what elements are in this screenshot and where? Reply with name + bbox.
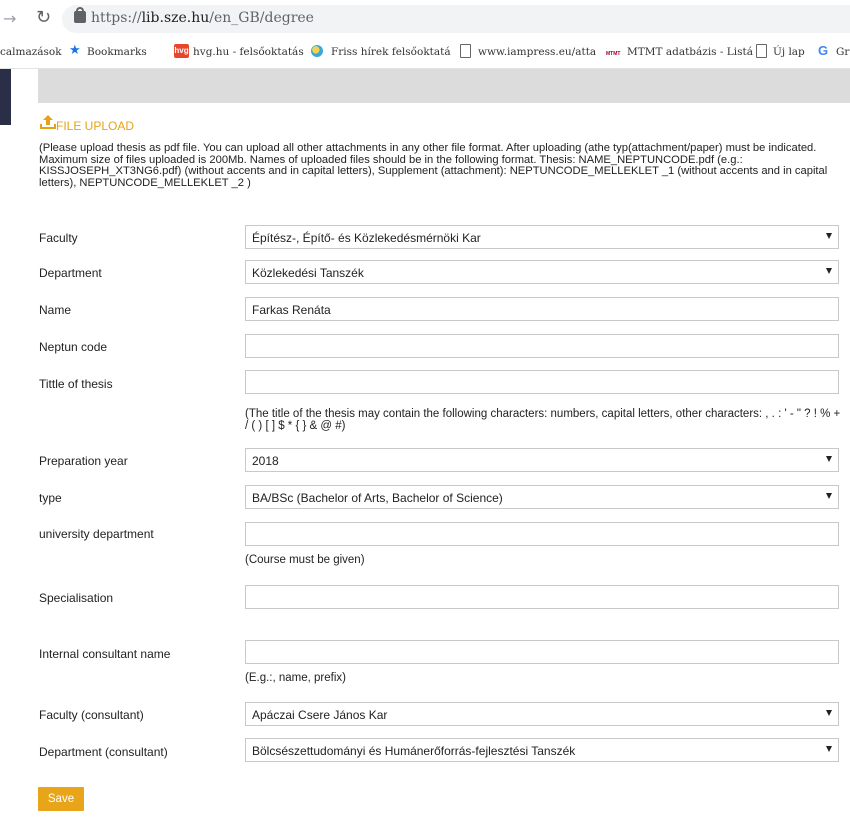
chevron-down-icon [826, 710, 832, 716]
reload-icon[interactable]: ↻ [36, 7, 51, 28]
department-consultant-select[interactable]: Bölcsészettudományi és Humánerőforrás-fe… [245, 738, 839, 762]
google-icon: G [818, 43, 829, 58]
mtmt-icon: MTMT [606, 51, 621, 57]
upload-instructions: (Please upload thesis as pdf file. You c… [39, 142, 828, 189]
chevron-down-icon [826, 233, 832, 239]
page-icon [460, 44, 471, 58]
page-icon [756, 44, 767, 58]
name-input[interactable]: Farkas Renáta [245, 297, 839, 321]
university-department-input[interactable] [245, 522, 839, 546]
bookmark-iampress[interactable]: www.iampress.eu/atta [478, 46, 596, 58]
faculty-select[interactable]: Építész-, Építő- és Közlekedésmérnöki Ka… [245, 225, 839, 249]
department-consultant-value: Bölcsészettudományi és Humánerőforrás-fe… [252, 744, 576, 758]
url-text: https://lib.sze.hu/en_GB/degree [91, 10, 314, 26]
friss-icon [311, 45, 323, 57]
faculty-consultant-value: Apáczai Csere János Kar [252, 708, 388, 722]
top-banner [38, 69, 850, 103]
name-label: Name [39, 303, 72, 317]
department-value: Közlekedési Tanszék [252, 266, 364, 280]
internal-consultant-hint: (E.g.:, name, prefix) [245, 672, 346, 684]
star-icon: ★ [69, 43, 81, 58]
neptun-code-input[interactable] [245, 334, 839, 358]
bookmark-new-tab[interactable]: Új lap [773, 46, 805, 58]
faculty-value: Építész-, Építő- és Közlekedésmérnöki Ka… [252, 231, 481, 245]
preparation-year-select[interactable]: 2018 [245, 448, 839, 472]
internal-consultant-label: Internal consultant name [39, 647, 171, 661]
left-sidebar-strip [0, 69, 11, 824]
department-select[interactable]: Közlekedési Tanszék [245, 260, 839, 284]
chevron-down-icon [826, 268, 832, 274]
type-value: BA/BSc (Bachelor of Arts, Bachelor of Sc… [252, 491, 503, 505]
faculty-consultant-label: Faculty (consultant) [39, 708, 144, 722]
type-select[interactable]: BA/BSc (Bachelor of Arts, Bachelor of Sc… [245, 485, 839, 509]
preparation-year-value: 2018 [252, 454, 279, 468]
bookmark-mtmt[interactable]: MTMT adatbázis - Listá [627, 46, 753, 58]
thesis-title-hint: (The title of the thesis may contain the… [245, 408, 841, 432]
save-button[interactable]: Save [38, 787, 84, 811]
specialisation-input[interactable] [245, 585, 839, 609]
bookmark-hvg[interactable]: hvg.hu - felsőoktatás [193, 46, 304, 58]
bookmark-friss[interactable]: Friss hírek felsőoktatá [331, 46, 451, 58]
internal-consultant-input[interactable] [245, 640, 839, 664]
department-label: Department [39, 266, 102, 280]
section-title: FILE UPLOAD [56, 119, 135, 133]
bookmark-apps[interactable]: calmazások [0, 46, 62, 58]
address-bar: → ↻ https://lib.sze.hu/en_GB/degree [0, 0, 850, 38]
thesis-title-input[interactable] [245, 370, 839, 394]
bookmark-google[interactable]: Gr [836, 46, 849, 58]
neptun-code-label: Neptun code [39, 340, 108, 354]
chevron-down-icon [826, 456, 832, 462]
faculty-consultant-select[interactable]: Apáczai Csere János Kar [245, 702, 839, 726]
forward-icon[interactable]: → [3, 9, 16, 28]
department-consultant-label: Department (consultant) [39, 745, 168, 759]
specialisation-label: Specialisation [39, 591, 114, 605]
lock-icon [74, 7, 86, 23]
type-label: type [39, 491, 62, 505]
hvg-icon: hvg [174, 44, 189, 58]
thesis-title-label: Tittle of thesis [39, 377, 113, 391]
url-field[interactable]: https://lib.sze.hu/en_GB/degree [62, 5, 850, 33]
chevron-down-icon [826, 746, 832, 752]
chevron-down-icon [826, 493, 832, 499]
bookmark-bookmarks[interactable]: Bookmarks [87, 46, 147, 58]
university-department-hint: (Course must be given) [245, 554, 365, 566]
upload-icon [40, 115, 56, 129]
faculty-label: Faculty [39, 231, 78, 245]
preparation-year-label: Preparation year [39, 454, 128, 468]
bookmarks-bar: calmazások ★ Bookmarks hvg hvg.hu - fels… [0, 38, 850, 69]
university-department-label: university department [39, 527, 154, 541]
